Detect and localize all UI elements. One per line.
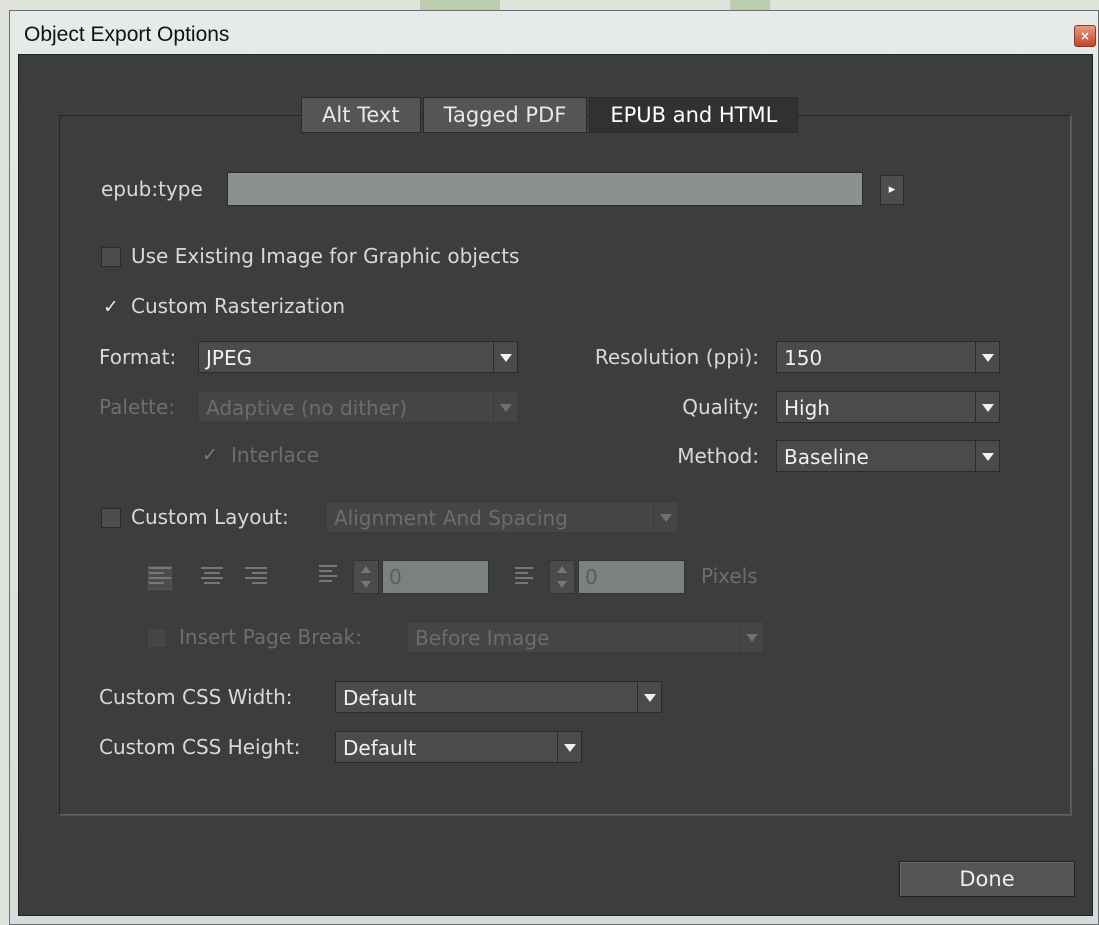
dialog-title: Object Export Options bbox=[24, 23, 230, 46]
epub-type-label: epub:type bbox=[101, 177, 203, 201]
tab-tagged-pdf[interactable]: Tagged PDF bbox=[422, 97, 588, 133]
custom-layout-checkbox[interactable] bbox=[101, 508, 121, 528]
css-height-dropdown[interactable]: Default bbox=[335, 731, 582, 763]
space-after-field[interactable]: 0 bbox=[578, 560, 685, 594]
css-height-label: Custom CSS Height: bbox=[99, 735, 301, 759]
css-height-value: Default bbox=[343, 736, 417, 760]
dialog-window: Object Export Options × Alt Text Tagged … bbox=[9, 10, 1099, 925]
insert-page-break-label: Insert Page Break: bbox=[179, 625, 362, 649]
chevron-down-icon bbox=[637, 682, 661, 712]
css-width-dropdown[interactable]: Default bbox=[335, 681, 662, 713]
space-after-stepper[interactable] bbox=[549, 560, 575, 594]
method-value: Baseline bbox=[784, 445, 869, 469]
palette-label: Palette: bbox=[99, 395, 176, 419]
chevron-down-icon bbox=[493, 392, 517, 422]
dialog-content: Alt Text Tagged PDF EPUB and HTML epub:t… bbox=[18, 54, 1093, 916]
custom-layout-label: Custom Layout: bbox=[131, 505, 289, 529]
epub-type-field[interactable] bbox=[227, 172, 863, 206]
use-existing-image-label: Use Existing Image for Graphic objects bbox=[131, 244, 520, 268]
page-break-dropdown[interactable]: Before Image bbox=[407, 621, 764, 653]
format-value: JPEG bbox=[206, 346, 253, 370]
chevron-down-icon bbox=[975, 392, 999, 422]
space-before-icon bbox=[319, 565, 337, 587]
align-right-icon[interactable] bbox=[245, 567, 267, 589]
tab-alt-text[interactable]: Alt Text bbox=[301, 97, 421, 133]
custom-layout-value: Alignment And Spacing bbox=[334, 506, 568, 530]
space-after-icon bbox=[515, 567, 533, 589]
chevron-down-icon bbox=[557, 732, 581, 762]
quality-label: Quality: bbox=[682, 395, 759, 419]
chevron-down-icon bbox=[975, 441, 999, 471]
method-dropdown[interactable]: Baseline bbox=[776, 440, 1000, 472]
align-center-icon[interactable] bbox=[201, 567, 223, 589]
css-width-label: Custom CSS Width: bbox=[99, 685, 293, 709]
tab-epub-html[interactable]: EPUB and HTML bbox=[589, 97, 799, 133]
format-label: Format: bbox=[99, 345, 177, 369]
insert-page-break-checkbox[interactable] bbox=[147, 628, 167, 648]
method-label: Method: bbox=[677, 444, 759, 468]
quality-dropdown[interactable]: High bbox=[776, 391, 1000, 423]
chevron-down-icon bbox=[739, 622, 763, 652]
close-icon[interactable]: × bbox=[1074, 25, 1096, 47]
custom-layout-dropdown[interactable]: Alignment And Spacing bbox=[326, 501, 678, 533]
custom-rasterization-label: Custom Rasterization bbox=[131, 294, 346, 318]
done-button[interactable]: Done bbox=[899, 861, 1075, 897]
interlace-label: Interlace bbox=[231, 443, 320, 467]
resolution-dropdown[interactable]: 150 bbox=[776, 341, 1000, 373]
format-dropdown[interactable]: JPEG bbox=[198, 341, 518, 373]
page-break-value: Before Image bbox=[415, 626, 550, 650]
quality-value: High bbox=[784, 396, 830, 420]
chevron-down-icon bbox=[493, 342, 517, 372]
epub-type-menu-icon[interactable]: ▸ bbox=[880, 175, 904, 205]
resolution-label: Resolution (ppi): bbox=[594, 345, 759, 369]
pixels-unit-label: Pixels bbox=[701, 564, 758, 588]
interlace-checkbox[interactable]: ✓ bbox=[200, 445, 220, 465]
tab-bar: Alt Text Tagged PDF EPUB and HTML bbox=[301, 97, 800, 133]
resolution-value: 150 bbox=[784, 346, 823, 370]
space-before-stepper[interactable] bbox=[353, 560, 379, 594]
palette-value: Adaptive (no dither) bbox=[206, 396, 408, 420]
css-width-value: Default bbox=[343, 686, 417, 710]
custom-rasterization-checkbox[interactable]: ✓ bbox=[101, 297, 121, 317]
chevron-down-icon bbox=[653, 502, 677, 532]
palette-dropdown[interactable]: Adaptive (no dither) bbox=[198, 391, 518, 423]
align-left-icon[interactable] bbox=[148, 566, 172, 590]
use-existing-image-checkbox[interactable] bbox=[101, 247, 121, 267]
chevron-down-icon bbox=[975, 342, 999, 372]
space-before-field[interactable]: 0 bbox=[382, 560, 489, 594]
